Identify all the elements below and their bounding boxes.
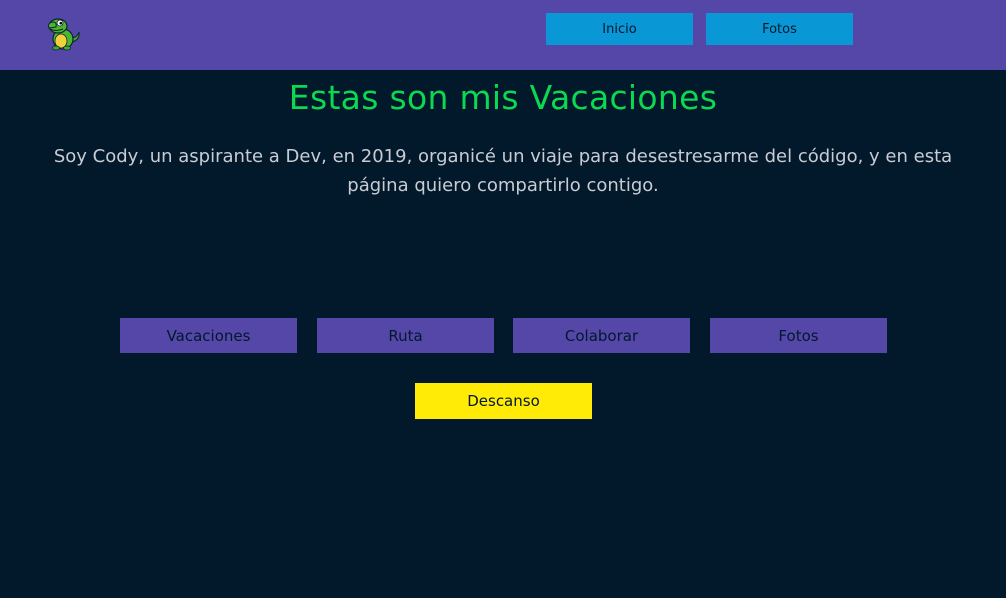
colaborar-button[interactable]: Colaborar [513,318,690,353]
fotos-button[interactable]: Fotos [710,318,887,353]
intro-text: Soy Cody, un aspirante a Dev, en 2019, o… [53,146,953,196]
nav-inicio-button[interactable]: Inicio [546,13,693,45]
descanso-button[interactable]: Descanso [415,383,592,419]
crocodile-mascot-icon[interactable] [44,14,82,52]
nav-fotos-button[interactable]: Fotos [706,13,853,45]
vacaciones-button[interactable]: Vacaciones [120,318,297,353]
top-navigation-bar: Inicio Fotos [0,0,1006,70]
page-title: Estas son mis Vacaciones [288,78,718,117]
ruta-button[interactable]: Ruta [317,318,494,353]
